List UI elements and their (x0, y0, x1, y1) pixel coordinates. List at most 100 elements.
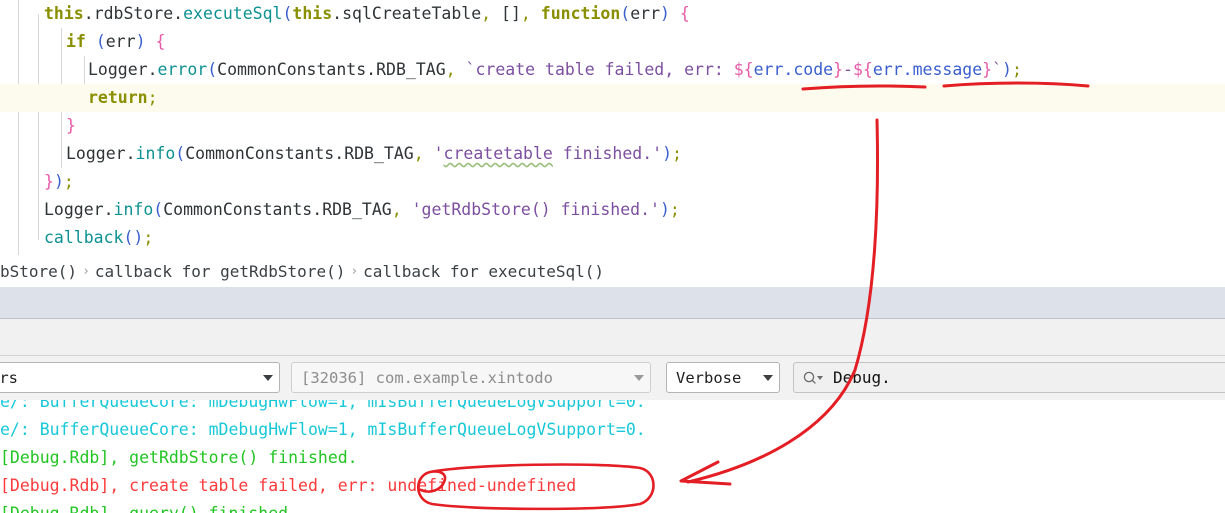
token-executesql: executeSql (183, 4, 283, 23)
log-line[interactable]: [Debug.Rdb], getRdbStore() finished. (0, 444, 1225, 472)
code-line-active[interactable]: return; (0, 84, 1225, 112)
breadcrumb-separator-icon: › (82, 263, 90, 279)
token-comma: , (481, 4, 492, 23)
token-logger: Logger (88, 60, 148, 79)
token-dot: . (334, 144, 345, 163)
token-info: info (113, 200, 154, 219)
search-input-value: Debug. (833, 368, 891, 387)
logcat-output[interactable]: e/: BufferQueueCore: mDebugHwFlow=1, mIs… (0, 400, 1225, 513)
code-line[interactable]: } (0, 112, 1225, 140)
token-dot: . (332, 4, 343, 23)
token-commonconstants: CommonConstants (163, 200, 313, 219)
token-paren-pair: () (123, 228, 144, 247)
token-quote: ' (652, 144, 663, 163)
code-editor[interactable]: this.rdbStore.executeSql(this.sqlCreateT… (0, 0, 1225, 255)
token-dot: . (173, 4, 184, 23)
token-error: error (157, 60, 208, 79)
token-createtable-misspelled: createtable (443, 144, 553, 163)
token-if: if (66, 32, 86, 51)
chevron-down-icon[interactable] (257, 374, 279, 381)
token-commonconstants: CommonConstants (217, 60, 367, 79)
log-line-error[interactable]: [Debug.Rdb], create table failed, err: u… (0, 472, 1225, 500)
code-line[interactable]: this.rdbStore.executeSql(this.sqlCreateT… (0, 0, 1225, 28)
token-paren: ( (153, 200, 164, 219)
token-paren: ( (207, 60, 218, 79)
code-line[interactable]: if (err) { (0, 28, 1225, 56)
code-line[interactable]: }); (0, 168, 1225, 196)
token-paren: ( (282, 4, 293, 23)
token-paren: ) (660, 4, 670, 23)
token-rdbstore: rdbStore (93, 4, 174, 23)
token-dot: . (83, 4, 94, 23)
token-rdb-tag: RDB_TAG (344, 144, 414, 163)
token-semicolon: ; (1011, 60, 1022, 79)
token-semicolon: ; (147, 88, 158, 107)
log-line[interactable]: e/: BufferQueueCore: mDebugHwFlow=1, mIs… (0, 416, 1225, 444)
log-line[interactable]: [Debug.Rdb], query() finished. (0, 500, 1225, 513)
token-semicolon: ; (672, 144, 682, 163)
chevron-down-icon[interactable] (628, 374, 650, 381)
token-dot: . (312, 200, 323, 219)
search-icon[interactable] (802, 371, 824, 385)
code-line[interactable]: Logger.info(CommonConstants.RDB_TAG, 'ge… (0, 196, 1225, 224)
breadcrumb-item-1[interactable]: callback for getRdbStore() (95, 262, 345, 281)
token-dash: - (843, 60, 853, 79)
token-semicolon: ; (669, 200, 680, 219)
breadcrumb-item-2[interactable]: callback for executeSql() (363, 262, 604, 281)
token-sqlcreatetable: sqlCreateTable (342, 4, 482, 23)
token-paren: ) (1002, 60, 1012, 79)
token-brace: { (155, 32, 166, 51)
token-paren: ) (53, 172, 64, 191)
log-line[interactable]: e/: BufferQueueCore: mDebugHwFlow=1, mIs… (0, 400, 1225, 416)
token-brace: { (679, 4, 690, 23)
token-comma: , (520, 4, 531, 23)
token-paren: ( (175, 144, 186, 163)
token-return: return (88, 88, 148, 107)
log-level-dropdown[interactable]: Verbose (666, 362, 780, 393)
breadcrumb-item-0[interactable]: bStore() (0, 262, 77, 281)
breadcrumb[interactable]: bStore() › callback for getRdbStore() › … (0, 255, 1225, 288)
token-finished-text: finished. (550, 200, 651, 219)
code-line[interactable]: Logger.info(CommonConstants.RDB_TAG, 'cr… (0, 140, 1225, 168)
token-rdb-tag: RDB_TAG (322, 200, 392, 219)
token-dot: . (147, 60, 158, 79)
token-template-text: create table failed, err: (475, 60, 734, 79)
chevron-down-icon[interactable] (757, 374, 779, 381)
code-line[interactable]: Logger.error(CommonConstants.RDB_TAG, `c… (0, 56, 1225, 84)
log-level-value: Verbose (676, 368, 742, 387)
token-comma: , (445, 60, 456, 79)
token-paren: ( (95, 32, 106, 51)
token-logger: Logger (66, 144, 126, 163)
token-brace: } (44, 172, 54, 191)
token-rdb-tag: RDB_TAG (376, 60, 446, 79)
panel-header-band (0, 287, 1225, 319)
code-line[interactable]: callback(); (0, 224, 1225, 252)
token-comma: , (391, 200, 402, 219)
token-dot: . (103, 200, 114, 219)
token-info: info (135, 144, 176, 163)
process-dropdown[interactable]: [32036] com.example.xintodo (291, 362, 651, 393)
token-err-message: err.message (872, 60, 983, 79)
token-backtick: ` (465, 60, 476, 79)
token-empty-array: [] (501, 4, 521, 23)
token-err: err (105, 32, 136, 51)
logcat-debug-screen: this.rdbStore.executeSql(this.sqlCreateT… (0, 0, 1225, 513)
token-quote: ' (433, 144, 444, 163)
token-dot: . (366, 60, 377, 79)
token-callback: callback (44, 228, 124, 247)
token-finished-text: finished. (552, 144, 653, 163)
token-brace: } (66, 116, 76, 135)
filters-dropdown[interactable]: ers (0, 362, 280, 393)
token-paren: ) (659, 200, 670, 219)
search-input[interactable]: Debug. (793, 362, 1225, 393)
token-paren: ) (135, 32, 146, 51)
token-quote: ' (650, 200, 660, 219)
token-dollar-brace: ${ (733, 60, 754, 79)
